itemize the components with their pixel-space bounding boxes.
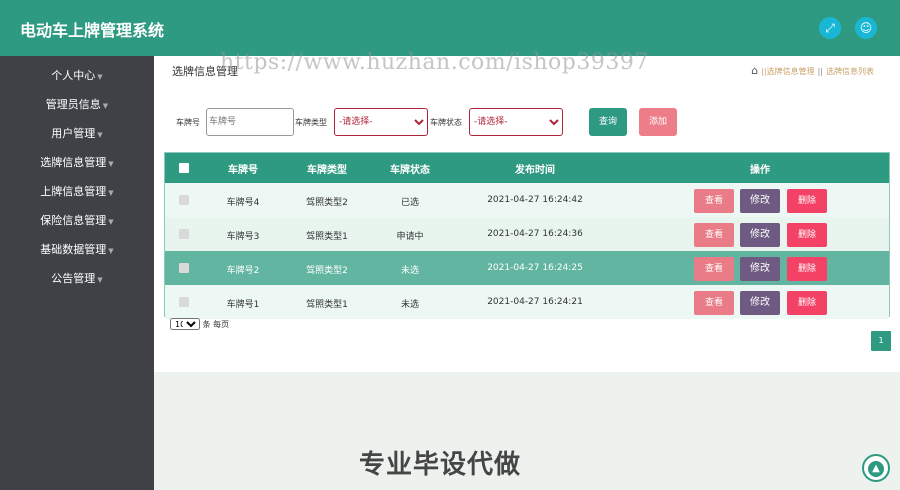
table-row: 车牌号2 驾照类型2 未选 2021-04-27 16:24:25 查看 修改 …	[165, 251, 889, 285]
app-title: 电动车上牌管理系统	[20, 21, 165, 40]
plate-input[interactable]	[206, 108, 294, 136]
status-cell: 未选	[400, 266, 419, 276]
caret-down-icon: ▼	[108, 189, 114, 197]
plate-cell: 车牌号1	[226, 300, 260, 310]
view-button[interactable]: 查看	[694, 291, 734, 315]
sidebar-item-label: 个人中心	[51, 69, 96, 82]
sidebar-item-label: 用户管理	[51, 127, 96, 140]
column-header: 车牌状态	[390, 165, 430, 176]
caret-down-icon: ▼	[108, 247, 114, 255]
page-size-control: 10 条 每页	[170, 318, 229, 330]
sidebar-item-base-data[interactable]: 基础数据管理 ▼	[0, 240, 154, 260]
table-row: 车牌号4 驾照类型2 已选 2021-04-27 16:24:42 查看 修改 …	[165, 183, 889, 217]
scroll-top-button[interactable]: ▲	[862, 454, 890, 482]
home-icon[interactable]: ⌂	[751, 64, 758, 77]
type-cell: 驾照类型1	[306, 300, 348, 310]
breadcrumb-separator: ||	[817, 67, 823, 76]
sidebar-item-users[interactable]: 用户管理 ▼	[0, 124, 154, 144]
caret-down-icon: ▼	[97, 131, 103, 139]
row-checkbox[interactable]	[179, 229, 189, 239]
type-cell: 驾照类型2	[306, 266, 348, 276]
type-cell: 驾照类型1	[306, 232, 348, 242]
caret-down-icon: ▼	[108, 218, 114, 226]
breadcrumb-item[interactable]: 选牌信息管理	[767, 67, 815, 76]
page-button[interactable]: 1	[871, 331, 891, 351]
sidebar-item-profile[interactable]: 个人中心 ▼	[0, 66, 154, 86]
breadcrumb-item: 选牌信息列表	[826, 67, 874, 76]
table-header: 车牌号 车牌类型 车牌状态 发布时间 操作	[165, 153, 889, 183]
time-cell: 2021-04-27 16:24:36	[487, 229, 583, 239]
edit-button[interactable]: 修改	[740, 223, 780, 247]
delete-button[interactable]: 删除	[787, 189, 827, 213]
row-checkbox[interactable]	[179, 263, 189, 273]
footer-area	[154, 372, 900, 490]
edit-button[interactable]: 修改	[740, 257, 780, 281]
page-size-select[interactable]: 10	[170, 318, 200, 330]
sidebar-item-label: 管理员信息	[45, 98, 101, 111]
column-header: 车牌号	[228, 165, 258, 176]
type-cell: 驾照类型2	[306, 198, 348, 208]
sidebar-item-label: 选牌信息管理	[40, 156, 107, 169]
edit-button[interactable]: 修改	[740, 189, 780, 213]
data-table: 车牌号 车牌类型 车牌状态 发布时间 操作 车牌号4 驾照类型2 已选 2021…	[164, 152, 890, 319]
caret-down-icon: ▼	[97, 276, 103, 284]
select-all-checkbox[interactable]	[179, 163, 189, 173]
promo-text: 专业毕设代做	[359, 450, 522, 480]
delete-button[interactable]: 删除	[787, 257, 827, 281]
top-header: 电动车上牌管理系统 ⤢ ☺	[0, 0, 900, 56]
view-button[interactable]: 查看	[694, 257, 734, 281]
sidebar-item-label: 基础数据管理	[40, 243, 107, 256]
sidebar-item-plate-selection[interactable]: 选牌信息管理 ▼	[0, 153, 154, 173]
sidebar-item-label: 上牌信息管理	[40, 185, 107, 198]
time-cell: 2021-04-27 16:24:25	[487, 263, 583, 273]
table-row: 车牌号1 驾照类型1 未选 2021-04-27 16:24:21 查看 修改 …	[165, 285, 889, 319]
table-row: 车牌号3 驾照类型1 申请中 2021-04-27 16:24:36 查看 修改…	[165, 217, 889, 251]
user-icon[interactable]: ☺	[855, 17, 877, 39]
plate-type-select[interactable]: -请选择-	[334, 108, 428, 136]
status-cell: 未选	[400, 300, 419, 310]
status-label: 车牌状态	[430, 118, 462, 127]
time-cell: 2021-04-27 16:24:42	[487, 195, 583, 205]
plate-label: 车牌号	[176, 118, 200, 127]
arrow-up-icon: ▲	[868, 461, 884, 477]
sidebar-item-admin[interactable]: 管理员信息 ▼	[0, 95, 154, 115]
plate-cell: 车牌号4	[226, 198, 260, 208]
column-header: 发布时间	[515, 165, 555, 176]
add-button[interactable]: 添加	[639, 108, 677, 136]
column-header: 车牌类型	[307, 165, 347, 176]
main-content: 专业毕设代做 选牌信息管理 https://www.huzhan.com/ish…	[154, 50, 900, 490]
status-cell: 申请中	[396, 232, 424, 242]
plate-status-select[interactable]: -请选择-	[469, 108, 563, 136]
breadcrumb: ⌂ ||选牌信息管理 || 选牌信息列表	[751, 64, 874, 77]
sidebar-item-announcements[interactable]: 公告管理 ▼	[0, 269, 154, 289]
sidebar-item-insurance[interactable]: 保险信息管理 ▼	[0, 211, 154, 231]
caret-down-icon: ▼	[97, 73, 103, 81]
sidebar: 个人中心 ▼ 管理员信息 ▼ 用户管理 ▼ 选牌信息管理 ▼ 上牌信息管理 ▼ 保险信息管…	[0, 56, 154, 490]
time-cell: 2021-04-27 16:24:21	[487, 297, 583, 307]
caret-down-icon: ▼	[108, 160, 114, 168]
plate-cell: 车牌号2	[226, 266, 260, 276]
column-header: 操作	[750, 165, 770, 176]
status-cell: 已选	[400, 198, 419, 208]
row-checkbox[interactable]	[179, 195, 189, 205]
row-checkbox[interactable]	[179, 297, 189, 307]
watermark: https://www.huzhan.com/ishop39397	[220, 50, 649, 75]
expand-icon[interactable]: ⤢	[819, 17, 841, 39]
page-size-label: 条 每页	[202, 320, 230, 329]
sidebar-item-label: 公告管理	[51, 272, 96, 285]
view-button[interactable]: 查看	[694, 189, 734, 213]
sidebar-item-registration[interactable]: 上牌信息管理 ▼	[0, 182, 154, 202]
sidebar-item-label: 保险信息管理	[40, 214, 107, 227]
delete-button[interactable]: 删除	[787, 291, 827, 315]
query-button[interactable]: 查询	[589, 108, 627, 136]
delete-button[interactable]: 删除	[787, 223, 827, 247]
type-label: 车牌类型	[295, 118, 327, 127]
view-button[interactable]: 查看	[694, 223, 734, 247]
edit-button[interactable]: 修改	[740, 291, 780, 315]
caret-down-icon: ▼	[102, 102, 109, 110]
plate-cell: 车牌号3	[226, 232, 260, 242]
